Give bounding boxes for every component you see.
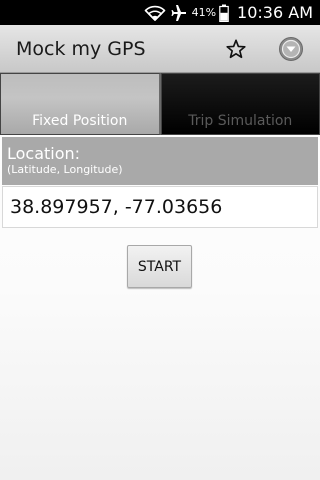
star-icon	[226, 38, 246, 58]
location-subtitle: (Latitude, Longitude)	[7, 163, 123, 176]
status-time: 10:36 AM	[237, 3, 313, 22]
status-bar: 41% 10:36 AM	[0, 0, 320, 25]
airplane-mode-icon	[170, 4, 188, 21]
tab-label: Fixed Position	[32, 113, 128, 129]
favorite-button[interactable]	[216, 29, 256, 69]
tab-label: Trip Simulation	[188, 113, 293, 129]
location-title: Location:	[7, 144, 81, 163]
tab-bar: Fixed Position Trip Simulation	[0, 73, 320, 135]
overflow-menu-button[interactable]	[271, 29, 311, 69]
battery-icon	[219, 4, 229, 22]
tab-fixed-position[interactable]: Fixed Position	[0, 73, 161, 135]
app-title: Mock my GPS	[16, 37, 146, 60]
battery-percent: 41%	[191, 6, 217, 19]
action-bar: Mock my GPS	[0, 25, 320, 73]
location-header: Location: (Latitude, Longitude)	[2, 137, 318, 185]
tab-trip-simulation[interactable]: Trip Simulation	[160, 73, 320, 135]
wifi-icon	[144, 5, 166, 21]
overflow-menu-icon	[279, 36, 303, 61]
start-button[interactable]: START	[127, 245, 192, 288]
location-input[interactable]: 38.897957, -77.03656	[2, 186, 318, 228]
